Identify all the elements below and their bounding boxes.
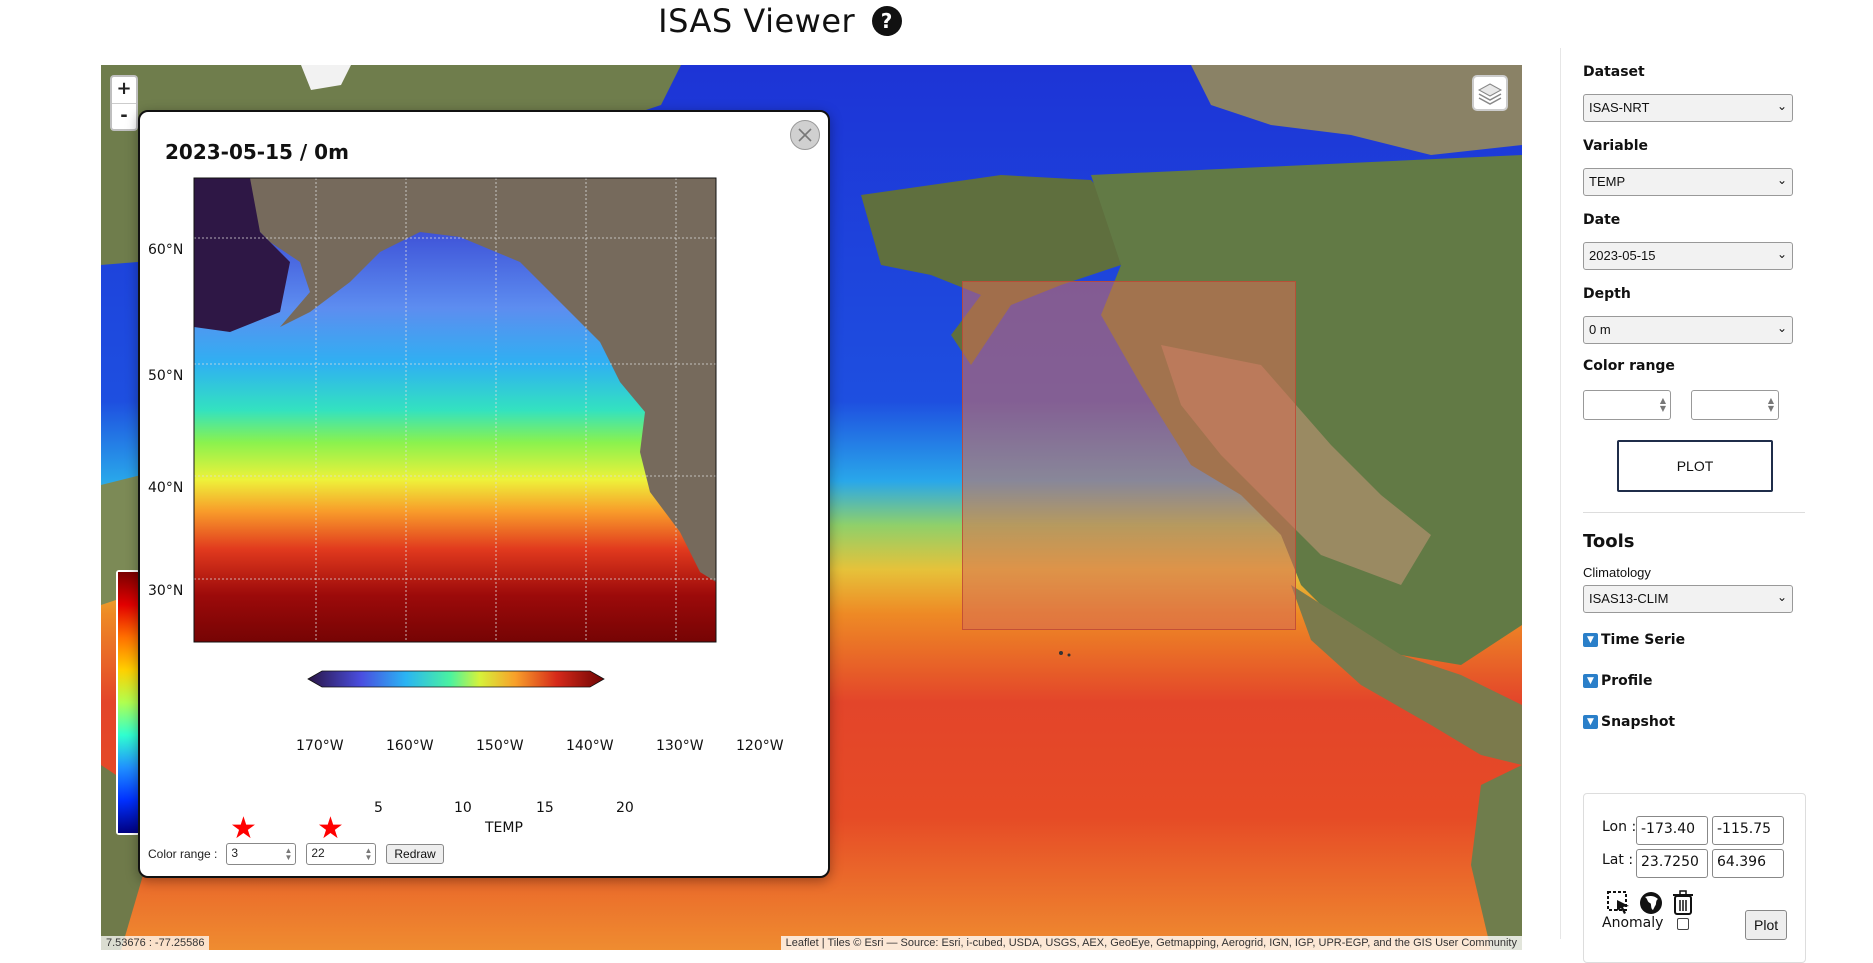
temperature-map-plot: [193, 177, 717, 688]
depth-value: 0 m: [1589, 322, 1611, 337]
popup-color-range: Color range : 3 ▲ ▼ 22 ▲ ▼ Redraw: [148, 843, 444, 865]
lon-tick: 160°W: [386, 738, 434, 754]
lat-tick: 40°N: [148, 480, 184, 496]
triangle-down-icon: ▼: [1583, 715, 1598, 729]
anomaly-label: Anomaly: [1602, 915, 1664, 931]
date-label: Date: [1583, 212, 1621, 228]
zoom-control: + -: [110, 75, 138, 131]
colorbar-tick: 5: [374, 800, 383, 816]
triangle-down-icon: ▼: [1583, 674, 1598, 688]
lon-label: Lon :: [1602, 819, 1637, 835]
dataset-select[interactable]: ISAS-NRT ⌄: [1583, 94, 1793, 122]
climatology-value: ISAS13-CLIM: [1589, 591, 1669, 606]
lon-tick: 130°W: [656, 738, 704, 754]
variable-select[interactable]: TEMP ⌄: [1583, 168, 1793, 196]
lon-tick: 150°W: [476, 738, 524, 754]
lon-min-input[interactable]: -173.40: [1636, 816, 1708, 845]
star-marker-icon: ★: [230, 811, 257, 846]
page-title: ISAS Viewer ?: [0, 2, 1560, 40]
color-range-label: Color range: [1583, 358, 1675, 374]
colorbar-tick: 15: [536, 800, 554, 816]
chevron-down-icon: ⌄: [1776, 99, 1787, 113]
spinner-icon[interactable]: ▲ ▼: [1660, 397, 1666, 413]
profile-label: Profile: [1601, 673, 1653, 689]
spinner-icon[interactable]: ▲ ▼: [364, 847, 372, 862]
page-title-text: ISAS Viewer: [658, 2, 856, 40]
range-min-value: 3: [231, 846, 239, 860]
tools-title: Tools: [1583, 531, 1635, 552]
chevron-down-icon: ⌄: [1776, 321, 1787, 335]
snapshot-plot-button[interactable]: Plot: [1745, 910, 1788, 940]
profile-toggle[interactable]: ▼ Profile: [1583, 673, 1652, 689]
lat-tick: 30°N: [148, 583, 184, 599]
chevron-down-icon: ⌄: [1776, 590, 1787, 604]
dataset-value: ISAS-NRT: [1589, 100, 1650, 115]
snapshot-popup: 2023-05-15 / 0m 60°N 50°N 40°N 30°N 170°…: [138, 110, 830, 878]
plot-button[interactable]: PLOT: [1617, 440, 1773, 492]
color-range-min-input[interactable]: ▲ ▼: [1583, 390, 1671, 420]
lat-tick: 50°N: [148, 368, 184, 384]
sidebar: Dataset ISAS-NRT ⌄ Variable TEMP ⌄ Date …: [1560, 48, 1873, 963]
colorbar-tick: 20: [616, 800, 634, 816]
zoom-out-button[interactable]: -: [112, 103, 136, 129]
snapshot-label: Snapshot: [1601, 714, 1676, 730]
star-marker-icon: ★: [317, 811, 344, 846]
depth-label: Depth: [1583, 286, 1631, 302]
date-select[interactable]: 2023-05-15 ⌄: [1583, 242, 1793, 270]
lat-tick: 60°N: [148, 242, 184, 258]
time-serie-label: Time Serie: [1601, 632, 1686, 648]
map-colorbar-gradient: [118, 572, 138, 833]
lon-max-input[interactable]: -115.75: [1712, 816, 1784, 845]
range-max-input[interactable]: 22 ▲ ▼: [306, 843, 377, 865]
trash-icon[interactable]: [1671, 890, 1695, 920]
color-range-label: Color range :: [148, 847, 218, 861]
lon-tick: 170°W: [296, 738, 344, 754]
chevron-down-icon: ⌄: [1776, 173, 1787, 187]
redraw-button[interactable]: Redraw: [386, 844, 444, 864]
question-circle-icon[interactable]: ?: [871, 6, 902, 36]
time-serie-toggle[interactable]: ▼ Time Serie: [1583, 632, 1685, 648]
map-colorbar-legend: [116, 570, 140, 835]
layers-icon[interactable]: [1472, 75, 1508, 111]
climatology-label: Climatology: [1583, 565, 1651, 580]
lat-min-input[interactable]: 23.7250: [1636, 849, 1708, 878]
divider: [1583, 512, 1805, 513]
zoom-in-button[interactable]: +: [112, 77, 136, 103]
lat-label: Lat :: [1602, 852, 1634, 868]
variable-value: TEMP: [1589, 174, 1626, 189]
range-min-input[interactable]: 3 ▲ ▼: [226, 843, 297, 865]
spinner-icon[interactable]: ▲ ▼: [1768, 397, 1774, 413]
climatology-select[interactable]: ISAS13-CLIM ⌄: [1583, 585, 1793, 613]
spinner-icon[interactable]: ▲ ▼: [284, 847, 292, 862]
anomaly-checkbox[interactable]: [1677, 918, 1689, 930]
depth-select[interactable]: 0 m ⌄: [1583, 316, 1793, 344]
colorbar-tick: 10: [454, 800, 472, 816]
map-attribution: Leaflet | Tiles © Esri — Source: Esri, i…: [780, 936, 1522, 950]
date-value: 2023-05-15: [1589, 248, 1656, 263]
variable-label: Variable: [1583, 138, 1648, 154]
dataset-label: Dataset: [1583, 64, 1645, 80]
range-max-value: 22: [311, 846, 325, 860]
chevron-down-icon: ⌄: [1776, 247, 1787, 261]
triangle-down-icon: ▼: [1583, 633, 1598, 647]
snapshot-panel: Lon : -173.40 -115.75 Lat : 23.7250 64.3…: [1583, 793, 1806, 963]
color-range-max-input[interactable]: ▲ ▼: [1691, 390, 1779, 420]
cursor-coordinates: 7.53676 : -77.25586: [101, 936, 210, 950]
lat-max-input[interactable]: 64.396: [1712, 849, 1784, 878]
lon-tick: 140°W: [566, 738, 614, 754]
snapshot-selection-rectangle[interactable]: [962, 281, 1296, 630]
snapshot-toggle[interactable]: ▼ Snapshot: [1583, 714, 1675, 730]
colorbar-label: TEMP: [485, 820, 523, 836]
lon-tick: 120°W: [736, 738, 784, 754]
